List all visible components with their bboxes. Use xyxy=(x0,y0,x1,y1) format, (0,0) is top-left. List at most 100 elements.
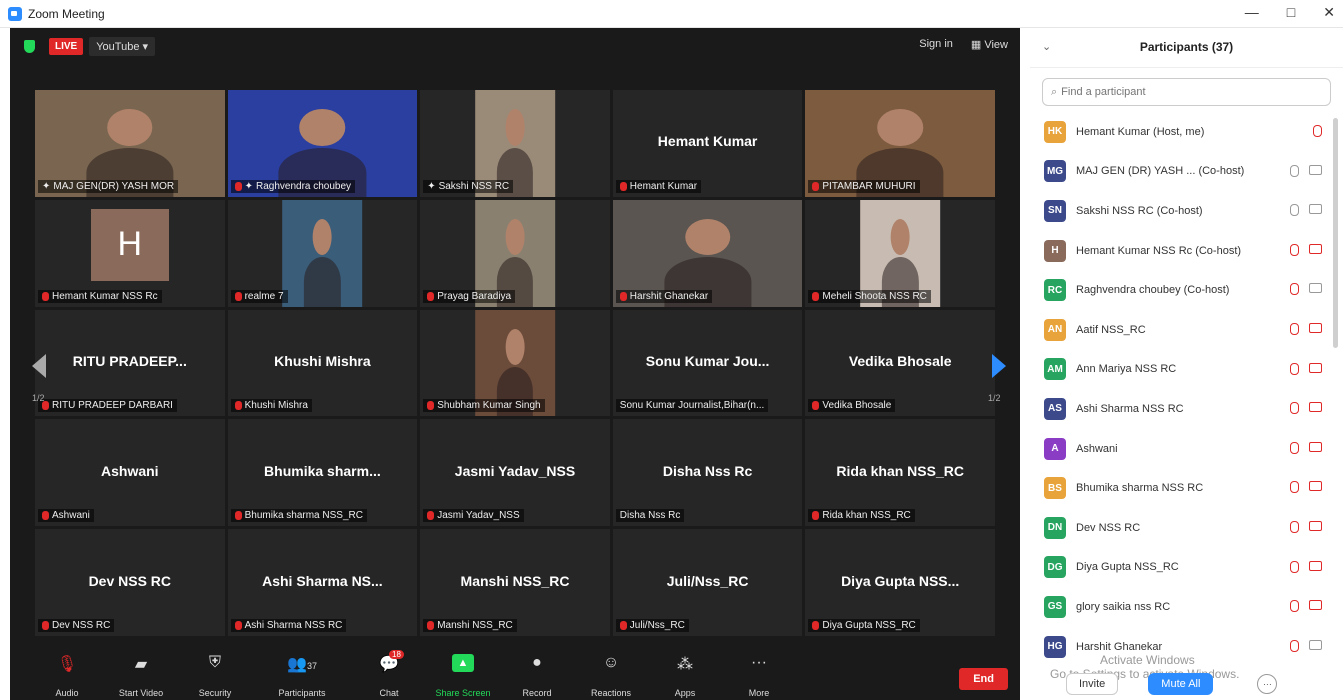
video-tile[interactable]: Meheli Shoota NSS RC xyxy=(805,199,995,307)
live-badge[interactable]: LIVE xyxy=(49,37,84,55)
video-tile[interactable]: Ashi Sharma NS... Ashi Sharma NSS RC xyxy=(227,529,418,636)
participant-status-icons xyxy=(1290,560,1322,573)
video-tile[interactable]: Dev NSS RC Dev NSS RC xyxy=(35,529,225,636)
video-tile[interactable]: Hemant Kumar Hemant Kumar xyxy=(612,90,803,197)
mic-muted-icon[interactable] xyxy=(1290,560,1299,573)
participant-list-scrollbar[interactable] xyxy=(1333,118,1338,348)
view-button[interactable]: ▦ View xyxy=(971,38,1008,51)
mic-muted-icon[interactable] xyxy=(1290,520,1299,533)
tile-label-text: PITAMBAR MUHURI xyxy=(822,180,916,192)
chat-button[interactable]: 💬 18 Chat xyxy=(352,650,426,700)
video-tile[interactable]: Vedika Bhosale Vedika Bhosale xyxy=(805,309,995,417)
video-tile[interactable]: realme 7 xyxy=(227,199,418,307)
mic-muted-icon xyxy=(812,401,820,411)
participant-head xyxy=(684,219,731,256)
participants-button[interactable]: 👥37 Participants xyxy=(252,652,352,700)
mic-muted-icon[interactable] xyxy=(1290,243,1299,256)
video-tile[interactable]: ✦ MAJ GEN(DR) YASH MOR xyxy=(35,90,225,197)
share-screen-button[interactable]: ▲ Share Screen xyxy=(426,652,500,700)
participant-row[interactable]: DN Dev NSS RC xyxy=(1030,508,1330,548)
participant-row[interactable]: HK Hemant Kumar (Host, me) xyxy=(1030,112,1330,152)
more-icon: ··· xyxy=(751,654,767,671)
mic-muted-icon[interactable] xyxy=(1290,362,1299,375)
video-tile[interactable]: Ashwani Ashwani xyxy=(35,419,225,527)
video-tile[interactable]: ✦ Sakshi NSS RC xyxy=(420,90,610,197)
mic-muted-icon[interactable] xyxy=(1290,283,1299,296)
video-tile[interactable]: RITU PRADEEP... RITU PRADEEP DARBARI xyxy=(35,309,225,417)
video-tile[interactable]: Manshi NSS_RC Manshi NSS_RC xyxy=(420,529,610,636)
sign-in-link[interactable]: Sign in xyxy=(919,38,953,51)
participant-row[interactable]: RC Raghvendra choubey (Co-host) xyxy=(1030,270,1330,310)
avatar: DG xyxy=(1044,556,1066,579)
mic-muted-icon[interactable] xyxy=(1290,639,1299,652)
mic-muted-icon[interactable] xyxy=(1290,600,1299,613)
apps-button[interactable]: ⁂ Apps xyxy=(648,652,722,700)
video-tile[interactable]: Jasmi Yadav_NSS Jasmi Yadav_NSS xyxy=(420,419,610,527)
invite-button[interactable]: Invite xyxy=(1066,673,1119,695)
panel-more-button[interactable]: ··· xyxy=(1257,674,1278,694)
participant-name: glory saikia nss RC xyxy=(1076,600,1171,613)
video-tile[interactable]: ✦ Raghvendra choubey xyxy=(227,90,418,197)
mic-muted-icon[interactable] xyxy=(1290,402,1299,415)
participant-row[interactable]: AM Ann Mariya NSS RC xyxy=(1030,350,1330,390)
audio-button[interactable]: 🎙 Audio xyxy=(30,652,104,700)
mic-muted-icon[interactable] xyxy=(1313,125,1322,137)
security-button[interactable]: ⛨ Security xyxy=(178,652,252,700)
participant-row[interactable]: SN Sakshi NSS RC (Co-host) xyxy=(1030,191,1330,231)
video-tile[interactable]: PITAMBAR MUHURI xyxy=(805,90,995,197)
tile-display-name: Dev NSS RC xyxy=(88,572,172,589)
mic-muted-icon: 🎙 xyxy=(56,656,78,673)
mic-muted-icon[interactable] xyxy=(1290,441,1299,454)
video-tile[interactable]: Juli/Nss_RC Juli/Nss_RC xyxy=(612,529,803,636)
reactions-button[interactable]: ☺ Reactions xyxy=(574,652,648,700)
previous-page-button[interactable] xyxy=(30,353,48,384)
camera-off-icon xyxy=(1309,243,1322,254)
minimize-button[interactable]: — xyxy=(1245,4,1259,21)
tile-display-name: Diya Gupta NSS... xyxy=(841,572,960,589)
camera-off-icon xyxy=(1309,481,1322,492)
chat-label: Chat xyxy=(379,688,399,698)
apps-label: Apps xyxy=(674,688,696,698)
next-page-button[interactable] xyxy=(990,353,1008,384)
video-tile[interactable]: Sonu Kumar Jou... Sonu Kumar Journalist,B… xyxy=(612,309,803,417)
video-tile[interactable]: Prayag Baradiya xyxy=(420,199,610,307)
video-tile[interactable]: Harshit Ghanekar xyxy=(612,199,803,307)
mic-icon[interactable] xyxy=(1290,204,1299,217)
participant-status-icons xyxy=(1313,125,1322,137)
end-meeting-button[interactable]: End xyxy=(959,668,1008,690)
participant-row[interactable]: H Hemant Kumar NSS Rc (Co-host) xyxy=(1030,231,1330,271)
video-tile[interactable]: Khushi Mishra Khushi Mishra xyxy=(227,309,418,417)
participant-name: Hemant Kumar NSS Rc (Co-host) xyxy=(1076,244,1242,257)
more-button[interactable]: ··· More xyxy=(722,652,796,700)
participant-row[interactable]: AN Aatif NSS_RC xyxy=(1030,310,1330,350)
avatar: MG xyxy=(1044,160,1066,183)
participant-head xyxy=(505,219,525,256)
participant-row[interactable]: GS glory saikia nss RC xyxy=(1030,587,1330,627)
mic-muted-icon[interactable] xyxy=(1290,322,1299,335)
close-button[interactable]: ✕ xyxy=(1323,4,1335,21)
stream-destination-dropdown[interactable]: YouTube ▾ xyxy=(89,36,156,56)
participant-row[interactable]: AS Ashi Sharma NSS RC xyxy=(1030,389,1330,429)
mic-icon[interactable] xyxy=(1290,164,1299,177)
start-video-button[interactable]: ▰ Start Video xyxy=(104,652,178,700)
video-tile[interactable]: Shubham Kumar Singh xyxy=(420,309,610,417)
video-tile[interactable]: Bhumika sharm... Bhumika sharma NSS_RC xyxy=(227,419,418,527)
participant-row[interactable]: DG Diya Gupta NSS_RC xyxy=(1030,548,1330,588)
mic-muted-icon[interactable] xyxy=(1290,481,1299,494)
video-tile[interactable]: Disha Nss Rc Disha Nss Rc xyxy=(612,419,803,527)
participant-row[interactable]: A Ashwani xyxy=(1030,429,1330,469)
video-tile[interactable]: Diya Gupta NSS... Diya Gupta NSS_RC xyxy=(805,529,995,636)
restore-button[interactable]: □ xyxy=(1287,4,1295,21)
tile-display-name: Rida khan NSS_RC xyxy=(836,462,964,479)
mute-all-button[interactable]: Mute All xyxy=(1148,673,1214,695)
participant-search-input[interactable] xyxy=(1061,86,1282,98)
record-button[interactable]: ● Record xyxy=(500,652,574,700)
encryption-shield-icon[interactable] xyxy=(24,39,35,53)
participant-row[interactable]: MG MAJ GEN (DR) YASH ... (Co-host) xyxy=(1030,152,1330,192)
participant-row[interactable]: BS Bhumika sharma NSS RC xyxy=(1030,468,1330,508)
participant-name: Ashwani xyxy=(1076,442,1118,455)
mic-muted-icon xyxy=(427,401,435,411)
video-tile[interactable]: H Hemant Kumar NSS Rc xyxy=(35,199,225,307)
video-tile[interactable]: Rida khan NSS_RC Rida khan NSS_RC xyxy=(805,419,995,527)
participant-head xyxy=(312,219,332,256)
